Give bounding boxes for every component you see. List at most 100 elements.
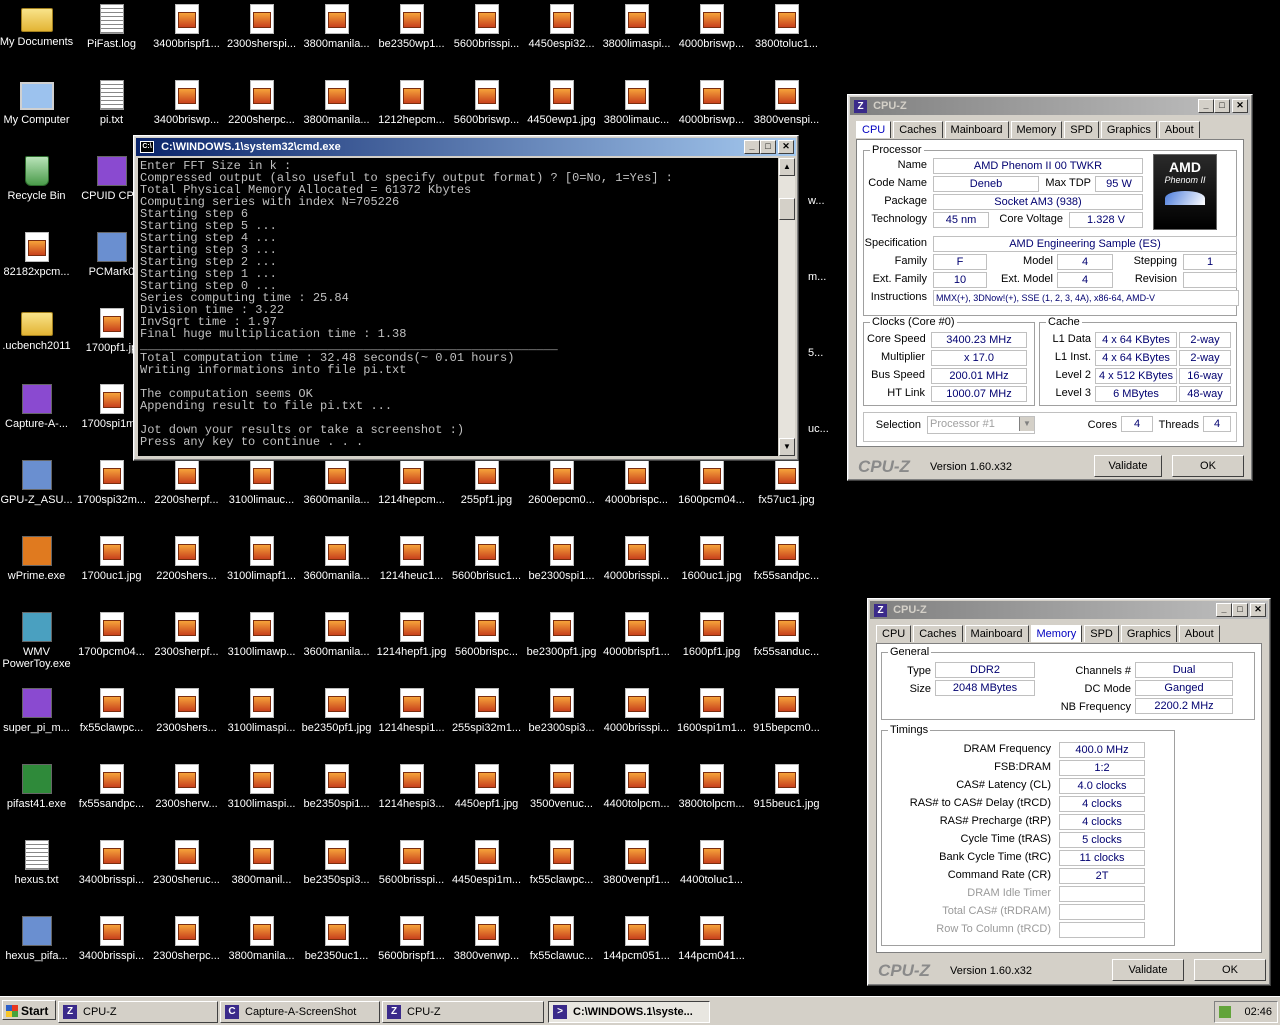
ok-button[interactable]: OK (1194, 959, 1266, 981)
scroll-down-icon[interactable]: ▼ (779, 438, 795, 456)
minimize-button[interactable]: _ (1216, 603, 1232, 617)
desktop-icon[interactable]: 4450espi32... (524, 2, 599, 74)
desktop-icon[interactable]: 255spi32m1... (449, 686, 524, 758)
desktop-icon[interactable]: 3600manila... (299, 458, 374, 530)
desktop-icon[interactable]: 5600brispc... (449, 610, 524, 682)
desktop-icon[interactable]: fx57uc1.jpg (749, 458, 824, 530)
cpuz-memory-window[interactable]: Z CPU-Z _ □ ✕ CPU Caches Mainboard Memory SP… (867, 598, 1271, 986)
desktop-icon[interactable]: 1600uc1.jpg (674, 534, 749, 606)
desktop-icon[interactable]: 3100limapf1... (224, 534, 299, 606)
minimize-button[interactable]: _ (1198, 99, 1214, 113)
desktop-icon[interactable]: 1600pf1.jpg (674, 610, 749, 682)
maximize-button[interactable]: □ (1232, 603, 1248, 617)
tab-caches[interactable]: Caches (893, 121, 943, 138)
tab-memory[interactable]: Memory (1010, 121, 1063, 138)
desktop-icon[interactable]: pifast41.exe (0, 762, 74, 834)
desktop-icon[interactable]: 4000briswp... (674, 2, 749, 74)
cmd-title-bar[interactable]: C:\ C:\WINDOWS.1\system32\cmd.exe _ □ ✕ (136, 138, 796, 156)
desktop-icon[interactable]: 3800manila... (299, 2, 374, 74)
desktop-icon[interactable]: .ucbench2011 (0, 306, 74, 378)
desktop-icon[interactable]: fx55clawuc... (524, 914, 599, 986)
taskbar-item[interactable]: Z CPU-Z (382, 1001, 544, 1023)
desktop-icon[interactable]: 3400brispf1... (149, 2, 224, 74)
desktop-icon[interactable]: be2300spi3... (524, 686, 599, 758)
desktop-icon[interactable]: 2300sherpf... (149, 610, 224, 682)
desktop-icon[interactable]: 2200shers... (149, 534, 224, 606)
cpuz-cpu-window[interactable]: Z CPU-Z _ □ ✕ CPU Caches Mainboard Memory SP… (847, 94, 1253, 481)
close-button[interactable]: ✕ (1250, 603, 1266, 617)
tab-mainboard[interactable]: Mainboard (964, 625, 1029, 642)
desktop-icon[interactable]: 4000brisspi... (599, 686, 674, 758)
desktop-icon[interactable]: 4000brispc... (599, 458, 674, 530)
desktop-icon[interactable]: fx55sandpc... (74, 762, 149, 834)
desktop-icon[interactable]: My Documents (0, 2, 74, 74)
nvidia-tray-icon[interactable] (1219, 1006, 1231, 1018)
close-button[interactable]: ✕ (778, 140, 794, 154)
desktop-icon[interactable]: 144pcm041... (674, 914, 749, 986)
desktop-icon[interactable]: My Computer (0, 78, 74, 150)
start-button[interactable]: Start (2, 1000, 56, 1020)
desktop-icon[interactable]: be2350uc1... (299, 914, 374, 986)
desktop-icon[interactable]: fx55clawpc... (524, 838, 599, 910)
desktop-icon[interactable]: 3800manila... (224, 914, 299, 986)
tab-cpu[interactable]: CPU (856, 121, 892, 138)
desktop-icon[interactable]: fx55clawpc... (74, 686, 149, 758)
cpuz-title-bar[interactable]: Z CPU-Z _ □ ✕ (850, 97, 1250, 115)
desktop-icon[interactable]: 5600brisspi... (449, 2, 524, 74)
desktop-icon[interactable]: 5600brisuc1... (449, 534, 524, 606)
desktop-icon[interactable]: 4400toluc1... (674, 838, 749, 910)
desktop-icon[interactable]: WMV PowerToy.exe (0, 610, 74, 682)
validate-button[interactable]: Validate (1112, 959, 1184, 981)
desktop-icon[interactable]: 3400brisspi... (74, 838, 149, 910)
scroll-up-icon[interactable]: ▲ (779, 158, 795, 176)
desktop-icon[interactable]: 1214hepf1.jpg (374, 610, 449, 682)
tray-clock[interactable]: 02:46 (1244, 1002, 1272, 1022)
desktop-icon[interactable]: 2600epcm0... (524, 458, 599, 530)
taskbar-item[interactable]: Z CPU-Z (58, 1001, 218, 1023)
desktop-icon[interactable]: 3500venuc... (524, 762, 599, 834)
desktop-icon[interactable]: 4450epf1.jpg (449, 762, 524, 834)
desktop-icon[interactable]: 2300sherpc... (149, 914, 224, 986)
desktop-icon[interactable]: be2300spi1... (524, 534, 599, 606)
desktop-icon[interactable]: 1214hespi3... (374, 762, 449, 834)
desktop-icon[interactable]: 3600manila... (299, 534, 374, 606)
desktop-icon[interactable]: 3800limaspi... (599, 2, 674, 74)
maximize-button[interactable]: □ (760, 140, 776, 154)
desktop-icon[interactable]: 3100limaspi... (224, 686, 299, 758)
desktop-icon[interactable]: fx55sandpc... (749, 534, 824, 606)
desktop-icon[interactable]: Capture-A-... (0, 382, 74, 454)
tab-about[interactable]: About (1178, 625, 1220, 642)
desktop-icon[interactable]: 3800venpf1... (599, 838, 674, 910)
desktop-icon[interactable]: 3800manil... (224, 838, 299, 910)
desktop-icon[interactable]: 915bepcm0... (749, 686, 824, 758)
desktop-icon[interactable]: 4000brisspi... (599, 534, 674, 606)
desktop-icon[interactable]: 3400brisspi... (74, 914, 149, 986)
desktop-icon[interactable]: wPrime.exe (0, 534, 74, 606)
desktop-icon[interactable]: 255pf1.jpg (449, 458, 524, 530)
desktop-icon[interactable]: 1700uc1.jpg (74, 534, 149, 606)
desktop-icon[interactable]: 2300sherw... (149, 762, 224, 834)
tab-graphics[interactable]: Graphics (1100, 121, 1157, 138)
tab-mainboard[interactable]: Mainboard (944, 121, 1009, 138)
cmd-window[interactable]: C:\ C:\WINDOWS.1\system32\cmd.exe _ □ ✕ … (133, 135, 799, 461)
desktop-icon[interactable]: 1600pcm04... (674, 458, 749, 530)
desktop-icon[interactable]: 1700pcm04... (74, 610, 149, 682)
desktop-icon[interactable]: 1214heuc1... (374, 534, 449, 606)
cpuz-title-bar[interactable]: Z CPU-Z _ □ ✕ (870, 601, 1268, 619)
close-button[interactable]: ✕ (1232, 99, 1248, 113)
desktop-icon[interactable]: be2350pf1.jpg (299, 686, 374, 758)
desktop-icon[interactable]: Recycle Bin (0, 154, 74, 226)
desktop-icon[interactable]: GPU-Z_ASU... (0, 458, 74, 530)
desktop-icon[interactable]: 3100limawp... (224, 610, 299, 682)
desktop-icon[interactable]: be2350spi3... (299, 838, 374, 910)
desktop-icon[interactable]: 2300shers... (149, 686, 224, 758)
desktop-icon[interactable]: be2350spi1... (299, 762, 374, 834)
scroll-thumb[interactable] (779, 198, 795, 220)
desktop-icon[interactable]: hexus.txt (0, 838, 74, 910)
desktop-icon[interactable]: 4450espi1m... (449, 838, 524, 910)
desktop-icon[interactable]: 3100limaspi... (224, 762, 299, 834)
desktop-icon[interactable]: 915beuc1.jpg (749, 762, 824, 834)
desktop-icon[interactable]: 3800venwp... (449, 914, 524, 986)
desktop-icon[interactable]: 5600brispf1... (374, 914, 449, 986)
tab-spd[interactable]: SPD (1084, 625, 1119, 642)
